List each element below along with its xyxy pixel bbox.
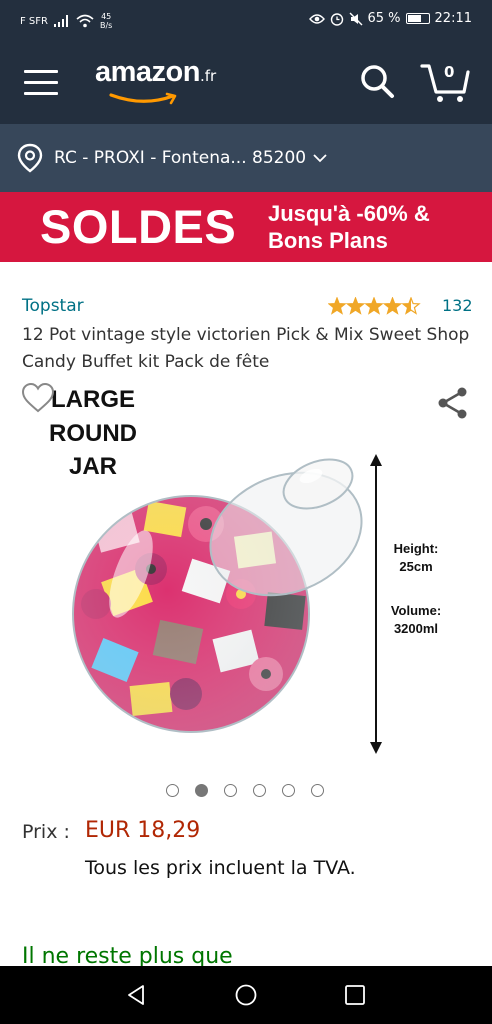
- status-left: F SFR 45 B/s: [20, 12, 112, 30]
- pagination-dot[interactable]: [282, 784, 295, 797]
- clock: 22:11: [434, 11, 472, 26]
- pagination-dot[interactable]: [311, 784, 324, 797]
- menu-icon-bar: [24, 92, 58, 95]
- image-headline-line-1: LARGE: [51, 386, 135, 413]
- smile-icon: [109, 92, 177, 105]
- rating-stars: [328, 296, 421, 315]
- back-icon: [128, 985, 144, 1005]
- nav-home-button[interactable]: [234, 983, 258, 1011]
- app-header: amazon.fr 0: [0, 40, 492, 124]
- star-fill: [365, 297, 383, 313]
- pagination-dot[interactable]: [166, 784, 179, 797]
- logo-tld: .fr: [199, 67, 217, 85]
- promo-banner[interactable]: SOLDES Jusqu'à -60% & Bons Plans: [0, 192, 492, 262]
- search-button[interactable]: [358, 62, 398, 102]
- height-label: Height:: [394, 541, 439, 556]
- banner-headline: SOLDES: [40, 200, 237, 253]
- wishlist-button[interactable]: [20, 382, 56, 418]
- delivery-location-bar[interactable]: RC - PROXI - Fontena... 85200: [0, 124, 492, 192]
- heart-icon: [21, 382, 55, 413]
- tax-note: Tous les prix incluent la TVA.: [85, 857, 356, 879]
- share-button[interactable]: [436, 386, 470, 424]
- recent-apps-icon: [345, 985, 365, 1005]
- rating-count: 132: [442, 296, 473, 315]
- delivery-location-text: RC - PROXI - Fontena... 85200: [54, 148, 307, 168]
- carrier-name: F SFR: [20, 15, 48, 27]
- product-image[interactable]: LARGE ROUND JAR Height: 25cm Volume: 320…: [36, 384, 456, 768]
- search-icon: [361, 65, 394, 98]
- price-label: Prix :: [22, 821, 70, 843]
- status-bar: F SFR 45 B/s 65 % 22:11: [0, 0, 492, 40]
- cart-count: 0: [444, 63, 455, 81]
- cart-button[interactable]: 0: [418, 60, 474, 104]
- battery-icon: [405, 13, 430, 24]
- banner-line-1: Jusqu'à -60% &: [268, 201, 430, 226]
- wifi-icon: [76, 14, 94, 28]
- banner-line-2: Bons Plans: [268, 228, 388, 253]
- brand-link[interactable]: Topstar: [22, 296, 84, 316]
- price-value: EUR 18,29: [85, 818, 201, 843]
- pagination-dot[interactable]: [195, 784, 208, 797]
- menu-button[interactable]: [24, 70, 58, 96]
- home-icon: [235, 984, 257, 1006]
- nav-back-button[interactable]: [124, 983, 148, 1011]
- eye-icon: [308, 13, 325, 24]
- alarm-icon: [330, 12, 343, 26]
- status-right: 65 % 22:11: [308, 11, 472, 26]
- volume-label: Volume:: [391, 603, 441, 618]
- image-headline-line-2: ROUND: [49, 420, 137, 447]
- image-headline-line-3: JAR: [69, 453, 117, 480]
- nav-recent-button[interactable]: [344, 984, 366, 1010]
- speed-value: 45: [101, 12, 112, 21]
- logo-text: amazon: [95, 56, 200, 88]
- signal-icon: [53, 15, 68, 27]
- banner-subtext: Jusqu'à -60% & Bons Plans: [268, 200, 430, 254]
- location-pin-icon: [17, 143, 43, 173]
- amazon-logo[interactable]: amazon.fr: [95, 56, 217, 105]
- rating[interactable]: 132: [328, 296, 473, 315]
- menu-icon-bar: [24, 81, 58, 84]
- star-fill: [384, 297, 401, 313]
- stock-note: Il ne reste plus que: [22, 944, 233, 966]
- chevron-down-icon: [313, 154, 327, 163]
- product-title: 12 Pot vintage style victorien Pick & Mi…: [22, 325, 470, 372]
- height-value: 25cm: [399, 559, 432, 574]
- battery-percent: 65 %: [367, 11, 401, 26]
- pagination-dot[interactable]: [253, 784, 266, 797]
- height-arrow: [370, 454, 382, 754]
- system-nav-bar: [0, 966, 492, 1024]
- menu-icon-bar: [24, 70, 58, 73]
- pagination-dot[interactable]: [224, 784, 237, 797]
- mute-icon: [349, 12, 362, 25]
- star-fill: [328, 297, 346, 313]
- battery-fill: [407, 15, 421, 22]
- star-fill: [347, 297, 364, 313]
- image-pagination: [166, 784, 324, 797]
- volume-value: 3200ml: [394, 621, 438, 636]
- share-icon: [438, 387, 467, 419]
- speed-unit: B/s: [99, 21, 113, 30]
- network-speed: 45 B/s: [100, 12, 112, 30]
